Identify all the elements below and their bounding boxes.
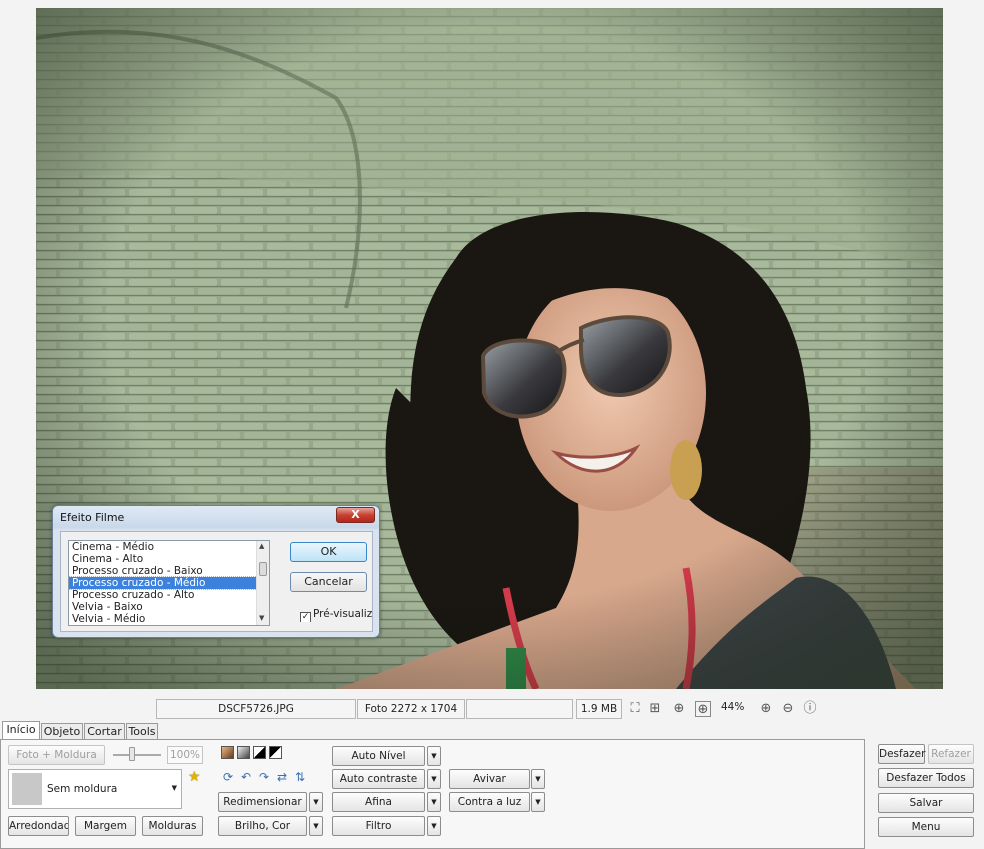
chevron-down-icon[interactable]: ▼	[309, 816, 323, 836]
chevron-down-icon[interactable]: ▼	[531, 769, 545, 789]
rotate-left-icon[interactable]: ↶	[239, 770, 253, 784]
rotate-icon[interactable]: ⟳	[221, 770, 235, 784]
photo-canvas[interactable]: Efeito Filme X Cinema - Médio Cinema - A…	[0, 0, 984, 697]
list-item[interactable]: Velvia - Baixo	[69, 601, 269, 613]
zoom-select-icon[interactable]: ⊕	[695, 701, 711, 717]
dimensions-field: Foto 2272 x 1704	[357, 699, 465, 719]
filename-field: DSCF5726.JPG	[156, 699, 356, 719]
undo-all-button[interactable]: Desfazer Todos	[878, 768, 974, 788]
filesize-field: 1.9 MB	[576, 699, 622, 719]
opacity-slider-thumb[interactable]	[129, 747, 135, 761]
menu-button[interactable]: Menu	[878, 817, 974, 837]
grayscale-icon[interactable]	[237, 746, 250, 759]
bw-icon[interactable]	[253, 746, 266, 759]
status-bar: DSCF5726.JPG Foto 2272 x 1704 1.9 MB ⛶ ⊞…	[0, 698, 984, 720]
save-button[interactable]: Salvar	[878, 793, 974, 813]
scrollbar-thumb[interactable]	[259, 562, 267, 576]
chevron-down-icon[interactable]: ▼	[427, 769, 441, 789]
list-item[interactable]: Cinema - Alto	[69, 553, 269, 565]
enliven-button[interactable]: Avivar	[449, 769, 530, 789]
backlight-button[interactable]: Contra a luz	[449, 792, 530, 812]
star-icon[interactable]: ★	[188, 769, 201, 785]
auto-level-button[interactable]: Auto Nível	[332, 746, 425, 766]
preview-label: Pré-visualiz	[313, 608, 372, 620]
chevron-down-icon[interactable]: ▼	[427, 792, 441, 812]
redo-button[interactable]: Refazer	[928, 744, 974, 764]
film-effect-dialog: Efeito Filme X Cinema - Médio Cinema - A…	[52, 505, 380, 638]
actual-size-icon[interactable]: ⊞	[647, 701, 663, 717]
tool-panel: Foto + Moldura 100% Sem moldura ▼ ★ Arre…	[0, 739, 865, 849]
negative-icon[interactable]	[269, 746, 282, 759]
rounded-button[interactable]: Arredondado	[8, 816, 69, 836]
filter-button[interactable]: Filtro	[332, 816, 425, 836]
list-scrollbar[interactable]: ▲ ▼	[256, 541, 269, 625]
film-effect-list[interactable]: Cinema - Médio Cinema - Alto Processo cr…	[68, 540, 270, 626]
list-item-selected[interactable]: Processo cruzado - Médio	[69, 576, 269, 590]
dialog-title: Efeito Filme	[60, 511, 125, 524]
frames-button[interactable]: Molduras	[142, 816, 203, 836]
opacity-field[interactable]: 100%	[167, 746, 203, 764]
rotate-right-icon[interactable]: ↷	[257, 770, 271, 784]
list-item[interactable]: Cinema - Médio	[69, 541, 269, 553]
list-item[interactable]: Processo cruzado - Baixo	[69, 565, 269, 577]
cancel-button[interactable]: Cancelar	[290, 572, 367, 592]
flip-vertical-icon[interactable]: ⇅	[293, 770, 307, 784]
preview-checkbox[interactable]: ✓ Pré-visualiz	[300, 608, 372, 622]
flip-horizontal-icon[interactable]: ⇄	[275, 770, 289, 784]
sharpen-button[interactable]: Afina	[332, 792, 425, 812]
auto-contrast-button[interactable]: Auto contraste	[332, 769, 425, 789]
brightness-button[interactable]: Brilho, Cor	[218, 816, 307, 836]
info-icon[interactable]: ⓘ	[802, 701, 818, 717]
chevron-down-icon[interactable]: ▼	[172, 784, 177, 792]
zoom-level: 44%	[721, 701, 745, 713]
chevron-down-icon[interactable]: ▼	[531, 792, 545, 812]
chevron-down-icon[interactable]: ▼	[427, 746, 441, 766]
undo-button[interactable]: Desfazer	[878, 744, 925, 764]
zoom-in-icon[interactable]: ⊕	[758, 701, 774, 717]
margin-button[interactable]: Margem	[75, 816, 136, 836]
chevron-down-icon[interactable]: ▼	[309, 792, 323, 812]
frame-select[interactable]: Sem moldura ▼	[8, 769, 182, 809]
chevron-down-icon[interactable]: ▼	[427, 816, 441, 836]
fit-window-icon[interactable]: ⛶	[627, 701, 643, 717]
tab-objeto[interactable]: Objeto	[41, 723, 83, 740]
scroll-up-icon[interactable]: ▲	[259, 542, 264, 550]
tab-cortar[interactable]: Cortar	[84, 723, 125, 740]
action-buttons: Desfazer Refazer Desfazer Todos Salvar M…	[872, 740, 984, 849]
checkbox-checked-icon[interactable]: ✓	[300, 612, 311, 622]
frame-swatch	[12, 773, 42, 805]
list-item[interactable]: Velvia - Médio	[69, 613, 269, 625]
tab-inicio[interactable]: Início	[2, 721, 40, 740]
resize-button[interactable]: Redimensionar	[218, 792, 307, 812]
status-field-empty	[466, 699, 573, 719]
scroll-down-icon[interactable]: ▼	[259, 614, 264, 622]
close-button[interactable]: X	[336, 507, 375, 523]
zoom-fit-icon[interactable]: ⊕	[671, 701, 687, 717]
photo-frame-button[interactable]: Foto + Moldura	[8, 745, 105, 765]
zoom-out-icon[interactable]: ⊖	[780, 701, 796, 717]
opacity-slider[interactable]	[113, 754, 161, 756]
sepia-icon[interactable]	[221, 746, 234, 759]
frame-label: Sem moldura	[47, 783, 118, 795]
tab-tools[interactable]: Tools	[126, 723, 158, 740]
ok-button[interactable]: OK	[290, 542, 367, 562]
list-item[interactable]: Processo cruzado - Alto	[69, 589, 269, 601]
dialog-body: Cinema - Médio Cinema - Alto Processo cr…	[60, 531, 373, 632]
